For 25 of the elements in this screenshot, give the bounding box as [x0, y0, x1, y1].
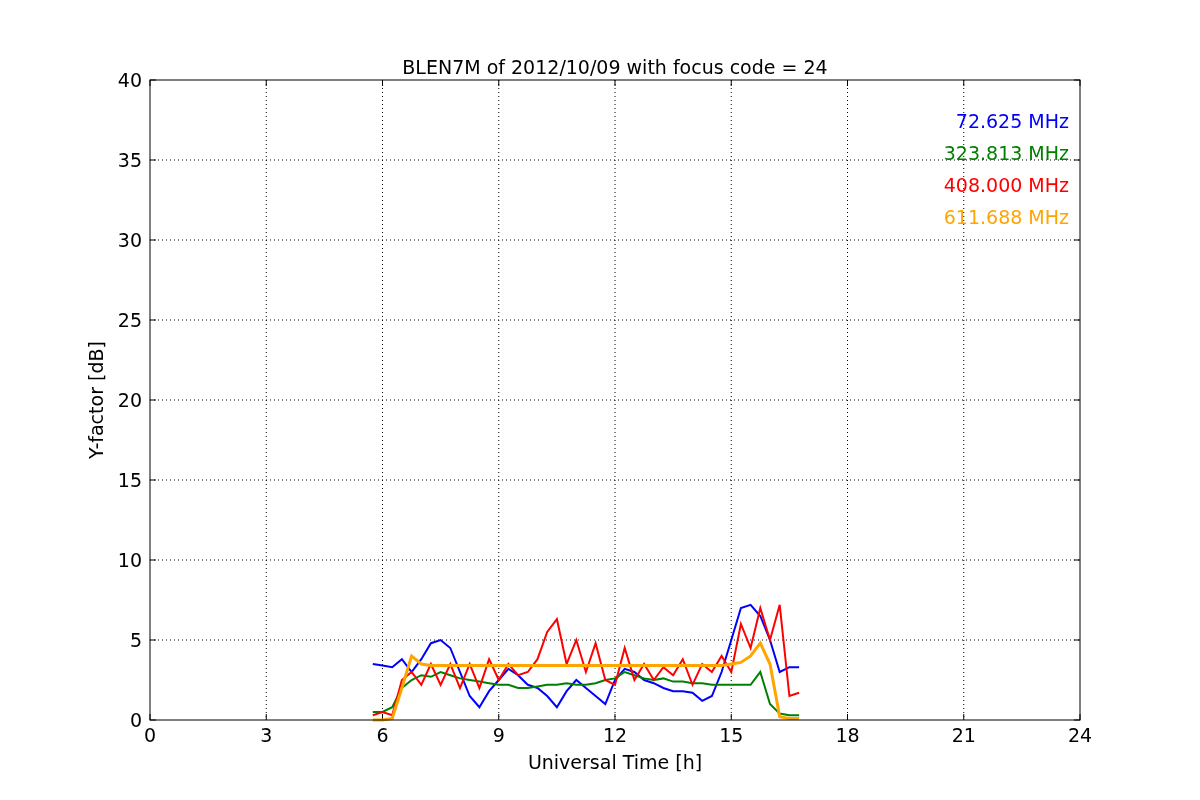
y-tick-label: 20 — [117, 389, 142, 411]
y-tick-label: 0 — [129, 709, 142, 731]
x-tick-label: 18 — [835, 724, 860, 746]
x-tick-label: 15 — [719, 724, 744, 746]
x-tick-label: 24 — [1067, 724, 1093, 746]
y-tick-label: 5 — [129, 629, 142, 651]
y-tick-label: 25 — [117, 309, 142, 331]
y-tick-label: 35 — [117, 149, 142, 171]
y-tick-label: 40 — [117, 69, 142, 91]
x-axis-label: Universal Time [h] — [527, 751, 703, 773]
y-axis-label: Y-factor [dB] — [85, 341, 107, 459]
x-tick-label: 9 — [492, 724, 505, 746]
x-tick-label: 0 — [143, 724, 157, 746]
legend-label: 323.813 MHz — [943, 142, 1069, 164]
legend-label: 611.688 MHz — [943, 206, 1069, 228]
legend-label: 408.000 MHz — [943, 174, 1069, 196]
y-tick-label: 30 — [117, 229, 142, 251]
y-tick-label: 15 — [117, 469, 142, 491]
x-tick-label: 12 — [602, 724, 628, 746]
x-tick-label: 3 — [260, 724, 273, 746]
legend-label: 72.625 MHz — [955, 110, 1069, 132]
x-tick-label: 21 — [951, 724, 976, 746]
x-tick-label: 6 — [376, 724, 389, 746]
y-tick-label: 10 — [117, 549, 142, 571]
chart-title: BLEN7M of 2012/10/09 with focus code = 24 — [402, 56, 828, 78]
